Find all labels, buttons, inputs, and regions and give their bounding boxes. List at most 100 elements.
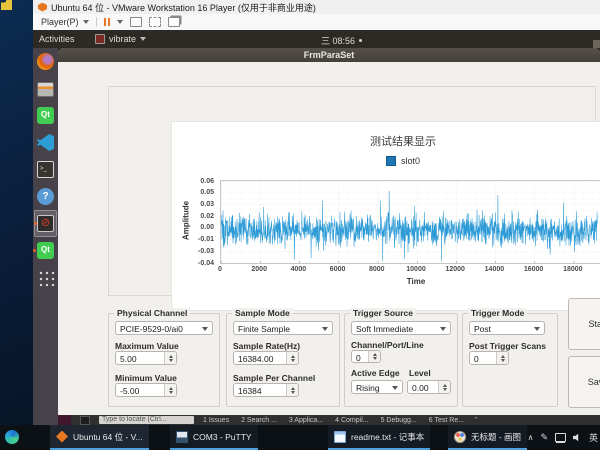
sample-per-channel-label: Sample Per Channel xyxy=(233,373,315,383)
x-tick-label: 16000 xyxy=(517,266,551,273)
qtcreator-pane-button[interactable]: 2 Search ... xyxy=(241,417,277,424)
qtcreator-pane-button[interactable]: 5 Debugg... xyxy=(381,417,417,424)
chevron-down-icon[interactable] xyxy=(117,20,123,24)
channel-port-line-spinner[interactable]: 0 xyxy=(351,350,381,363)
sample-rate-spinner[interactable]: 16384.00 xyxy=(233,351,299,365)
screen: Ubuntu 64 位 - VMware Workstation 16 Play… xyxy=(0,0,600,450)
network-icon[interactable] xyxy=(555,433,566,442)
x-tick-label: 18000 xyxy=(556,266,590,273)
taskbar-item-paint[interactable]: 无标题 - 画图 xyxy=(448,425,527,450)
qtcreator-locator-input[interactable]: Type to locate (Ctrl... xyxy=(99,416,194,424)
taskbar-item-putty[interactable]: COM3 - PuTTY xyxy=(170,425,258,450)
post-trigger-scans-label: Post Trigger Scans xyxy=(469,341,546,351)
terminal-icon: >_ xyxy=(37,161,54,178)
channel-port-line-label: Channel/Port/Line xyxy=(351,340,424,350)
dock-item-vscode[interactable] xyxy=(34,129,57,156)
taskbar-item-notepad[interactable]: readme.txt - 记事本 xyxy=(328,425,430,450)
spinner-buttons[interactable] xyxy=(496,352,508,364)
send-ctrl-alt-del-icon[interactable] xyxy=(130,17,142,27)
spinner-buttons[interactable] xyxy=(438,381,450,393)
x-tick-label: 4000 xyxy=(281,266,315,273)
minimum-value-spinner[interactable]: -5.00 xyxy=(115,383,177,397)
desktop-shortcut-icon[interactable] xyxy=(1,0,12,10)
divider xyxy=(96,17,97,27)
qtcreator-pane-button[interactable]: 1 Issues xyxy=(203,417,229,424)
files-icon xyxy=(37,82,54,97)
chart-frame: 测试结果显示 slot0 Amplitude 0.060.050.030.020… xyxy=(108,86,596,296)
maximum-value-label: Maximum Value xyxy=(115,341,179,351)
expand-pane-icon[interactable]: ⌃ xyxy=(473,416,479,424)
show-apps-icon xyxy=(37,269,55,287)
sample-rate-label: Sample Rate(Hz) xyxy=(233,341,300,351)
taskbar-item-vmware[interactable]: Ubuntu 64 位 - V... xyxy=(50,425,149,450)
active-edge-label: Active Edge xyxy=(351,368,400,378)
tray-corner-icon xyxy=(593,40,600,48)
physical-channel-select[interactable]: PCIE-9529-0/ai0 xyxy=(115,321,213,335)
spinner-buttons[interactable] xyxy=(286,352,298,364)
vmware-title: Ubuntu 64 位 - VMware Workstation 16 Play… xyxy=(51,1,316,14)
dock-item-help[interactable]: ? xyxy=(34,183,57,210)
clock[interactable]: 三 08:56 xyxy=(321,34,362,47)
taskbar-item-label: Ubuntu 64 位 - V... xyxy=(73,431,143,443)
vmware-titlebar[interactable]: Ubuntu 64 位 - VMware Workstation 16 Play… xyxy=(33,0,600,14)
frmparaset-titlebar[interactable]: FrmParaSet xyxy=(58,48,600,62)
suspend-button[interactable] xyxy=(104,18,110,26)
save-button[interactable]: Save xyxy=(568,356,600,408)
dock-item-files[interactable] xyxy=(34,75,57,102)
group-title: Trigger Mode xyxy=(468,308,527,318)
spinner-buttons[interactable] xyxy=(164,384,176,396)
qtcreator-pane-button[interactable]: 3 Applica... xyxy=(289,417,323,424)
ubuntu-topbar: Activities vibrate 三 08:56 xyxy=(33,30,600,48)
windows-taskbar: Ubuntu 64 位 - V... COM3 - PuTTY readme.txt… xyxy=(0,425,600,450)
dock-item-show-apps[interactable] xyxy=(34,264,57,291)
notification-dot-icon xyxy=(359,39,362,42)
system-tray: ∧ ✎ 英 xyxy=(528,425,600,450)
active-edge-select[interactable]: Rising xyxy=(351,380,403,394)
vmware-window: Ubuntu 64 位 - VMware Workstation 16 Play… xyxy=(33,0,600,425)
firefox-icon xyxy=(37,53,54,70)
volume-icon[interactable] xyxy=(573,433,582,442)
level-spinner[interactable]: 0.00 xyxy=(407,380,451,394)
chevron-down-icon xyxy=(140,37,146,41)
guest-screen: Activities vibrate 三 08:56 Qt >_? ⊘ Qt FrmP… xyxy=(33,30,600,425)
spinner-buttons[interactable] xyxy=(368,351,380,362)
trigger-source-select[interactable]: Soft Immediate xyxy=(351,321,451,335)
group-title: Physical Channel xyxy=(114,308,190,318)
frmparaset-window: FrmParaSet 测试结果显示 slot0 Amplitude 0.060.… xyxy=(58,48,600,415)
pen-input-icon[interactable]: ✎ xyxy=(540,432,548,443)
dock-item-terminal[interactable]: >_ xyxy=(34,156,57,183)
y-tick-label: -0.03 xyxy=(198,248,214,255)
dock-item-qt-creator[interactable]: Qt xyxy=(34,102,57,129)
activities-button[interactable]: Activities xyxy=(39,34,75,44)
maximum-value-spinner[interactable]: 5.00 xyxy=(115,351,177,365)
start-button[interactable]: Start xyxy=(568,298,600,350)
chevron-down-icon xyxy=(83,20,89,24)
legend-label: slot0 xyxy=(401,156,420,166)
qtcreator-pane-button[interactable]: 4 Compil... xyxy=(335,417,368,424)
sample-mode-select[interactable]: Finite Sample xyxy=(233,321,333,335)
qtcreator-sidebar-icon[interactable] xyxy=(80,416,90,425)
spinner-buttons[interactable] xyxy=(164,352,176,364)
ime-indicator[interactable]: 英 xyxy=(589,431,598,444)
tray-chevron-up-icon[interactable]: ∧ xyxy=(528,433,534,442)
putty-icon xyxy=(176,431,188,443)
ubuntu-dock: Qt >_? ⊘ Qt xyxy=(33,48,58,425)
unity-mode-icon[interactable] xyxy=(168,17,180,27)
x-tick-label: 12000 xyxy=(438,266,472,273)
fullscreen-icon[interactable] xyxy=(149,17,161,27)
dock-item-vibrate-app[interactable]: ⊘ xyxy=(34,210,57,237)
sample-per-channel-spinner[interactable]: 16384 xyxy=(233,383,299,397)
post-trigger-scans-spinner[interactable]: 0 xyxy=(469,351,509,365)
qtcreator-pane-button[interactable]: 6 Test Re... xyxy=(429,417,464,424)
group-physical-channel: Physical Channel PCIE-9529-0/ai0 Maximum… xyxy=(108,313,220,407)
vibrate-app-icon: ⊘ xyxy=(37,215,54,232)
y-tick-label: -0.01 xyxy=(198,236,214,243)
player-menu[interactable]: Player(P) xyxy=(41,17,89,27)
chart-legend: slot0 xyxy=(172,156,600,166)
edge-icon[interactable] xyxy=(5,430,19,444)
spinner-buttons[interactable] xyxy=(286,384,298,396)
trigger-mode-select[interactable]: Post xyxy=(469,321,545,335)
dock-item-firefox[interactable] xyxy=(34,48,57,75)
app-menu[interactable]: vibrate xyxy=(95,34,146,44)
dock-item-qt-creator[interactable]: Qt xyxy=(34,237,57,264)
